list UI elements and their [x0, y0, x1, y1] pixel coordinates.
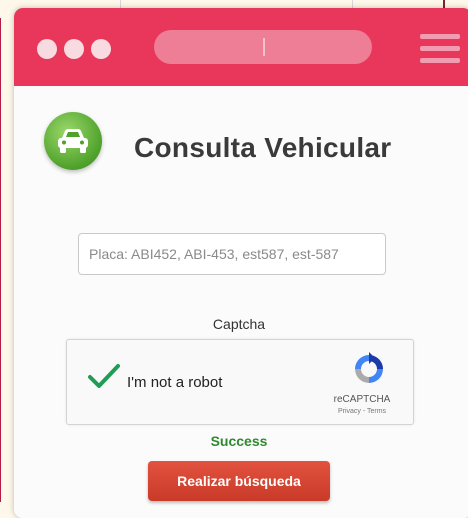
captcha-label: Captcha — [212, 316, 266, 332]
background-border — [0, 18, 1, 502]
hamburger-menu-icon[interactable] — [420, 34, 460, 64]
recaptcha-widget: I'm not a robot reCAPTCHA Privacy - Term… — [66, 339, 414, 425]
search-button[interactable]: Realizar búsqueda — [148, 461, 330, 501]
window-dot-icon[interactable] — [37, 39, 57, 59]
window-dot-icon[interactable] — [91, 39, 111, 59]
address-bar-caret — [263, 38, 265, 56]
window-dot-icon[interactable] — [64, 39, 84, 59]
browser-window: Consulta Vehicular Captcha I'm not a rob… — [14, 8, 468, 518]
checkmark-icon[interactable] — [87, 362, 121, 390]
page-content: Consulta Vehicular Captcha I'm not a rob… — [14, 86, 468, 518]
recaptcha-privacy-terms-link[interactable]: Privacy - Terms — [317, 408, 407, 415]
browser-titlebar — [14, 8, 468, 86]
page-title: Consulta Vehicular — [134, 132, 392, 163]
recaptcha-brand: reCAPTCHA — [333, 394, 391, 405]
plate-input[interactable] — [78, 233, 386, 275]
recaptcha-checkbox-label: I'm not a robot — [127, 374, 223, 391]
status-message: Success — [210, 433, 268, 449]
car-icon — [58, 129, 88, 153]
app-logo — [44, 112, 102, 170]
recaptcha-logo-icon — [355, 352, 383, 383]
